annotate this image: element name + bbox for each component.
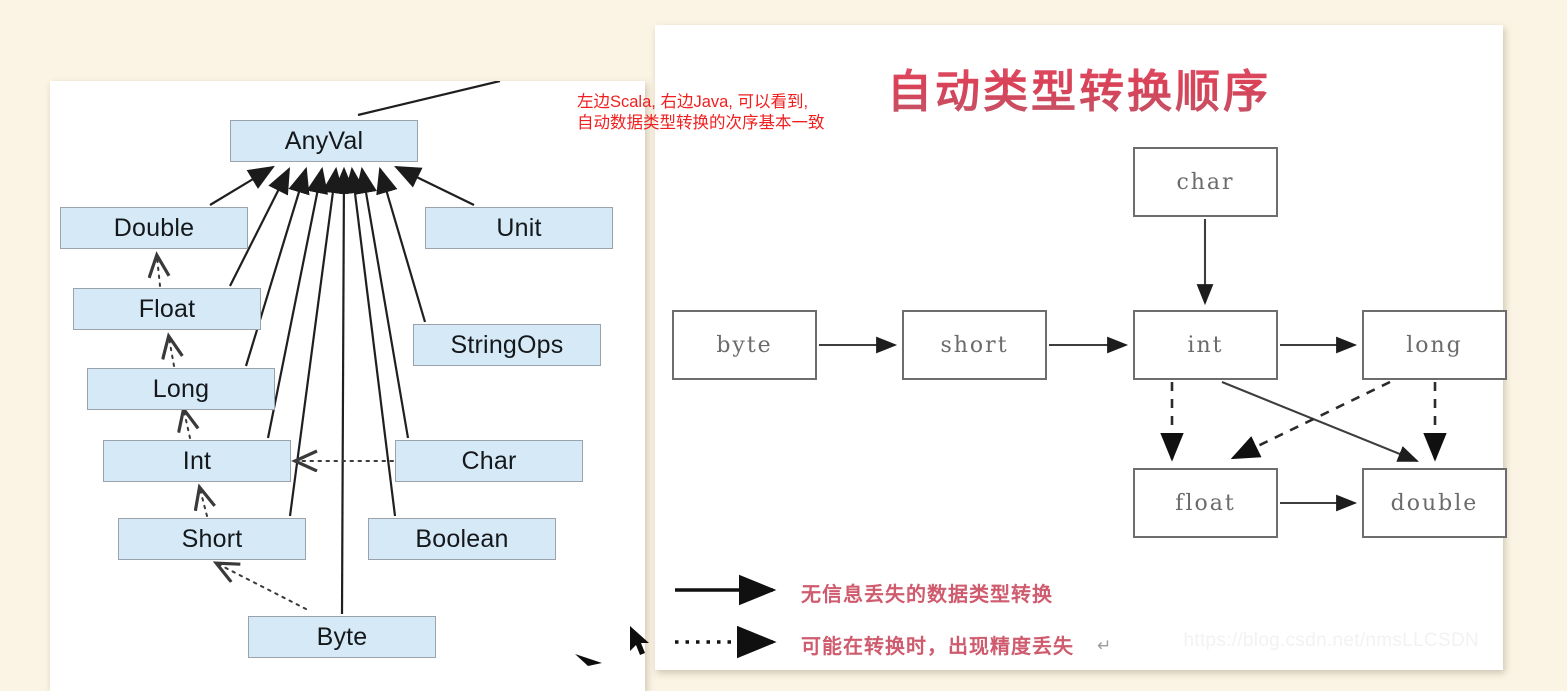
scala-box-unit[interactable]: Unit [425,207,613,249]
scala-box-boolean[interactable]: Boolean [368,518,556,560]
scala-box-long[interactable]: Long [87,368,275,410]
scala-box-byte[interactable]: Byte [248,616,436,658]
scala-box-anyval[interactable]: AnyVal [230,120,418,162]
mouse-cursor-icon [630,626,649,655]
legend-label-precision-loss: 可能在转换时，出现精度丢失 [801,636,1074,658]
red-annotation: 左边Scala, 右边Java, 可以看到, 自动数据类型转换的次序基本一致 [577,92,825,134]
annotation-line-1: 左边Scala, 右边Java, 可以看到, [577,93,809,111]
java-box-short[interactable]: short [902,310,1047,380]
annotation-line-2: 自动数据类型转换的次序基本一致 [577,114,825,132]
java-box-float[interactable]: float [1133,468,1278,538]
scala-hierarchy-panel: AnyVal Double Unit Float StringOps Long … [50,81,645,691]
scala-box-char[interactable]: Char [395,440,583,482]
scala-box-int[interactable]: Int [103,440,291,482]
java-box-char[interactable]: char [1133,147,1278,217]
java-box-int[interactable]: int [1133,310,1278,380]
java-box-double[interactable]: double [1362,468,1507,538]
scala-box-float[interactable]: Float [73,288,261,330]
scala-box-double[interactable]: Double [60,207,248,249]
java-box-byte[interactable]: byte [672,310,817,380]
arrowhead-fragment-icon [575,654,602,666]
scala-box-stringops[interactable]: StringOps [413,324,601,366]
scala-box-short[interactable]: Short [118,518,306,560]
csdn-watermark: https://blog.csdn.net/nmsLLCSDN [1183,630,1479,651]
carriage-return-symbol: ↵ [1097,636,1112,655]
java-box-long[interactable]: long [1362,310,1507,380]
legend-label-no-loss: 无信息丢失的数据类型转换 [801,584,1053,606]
